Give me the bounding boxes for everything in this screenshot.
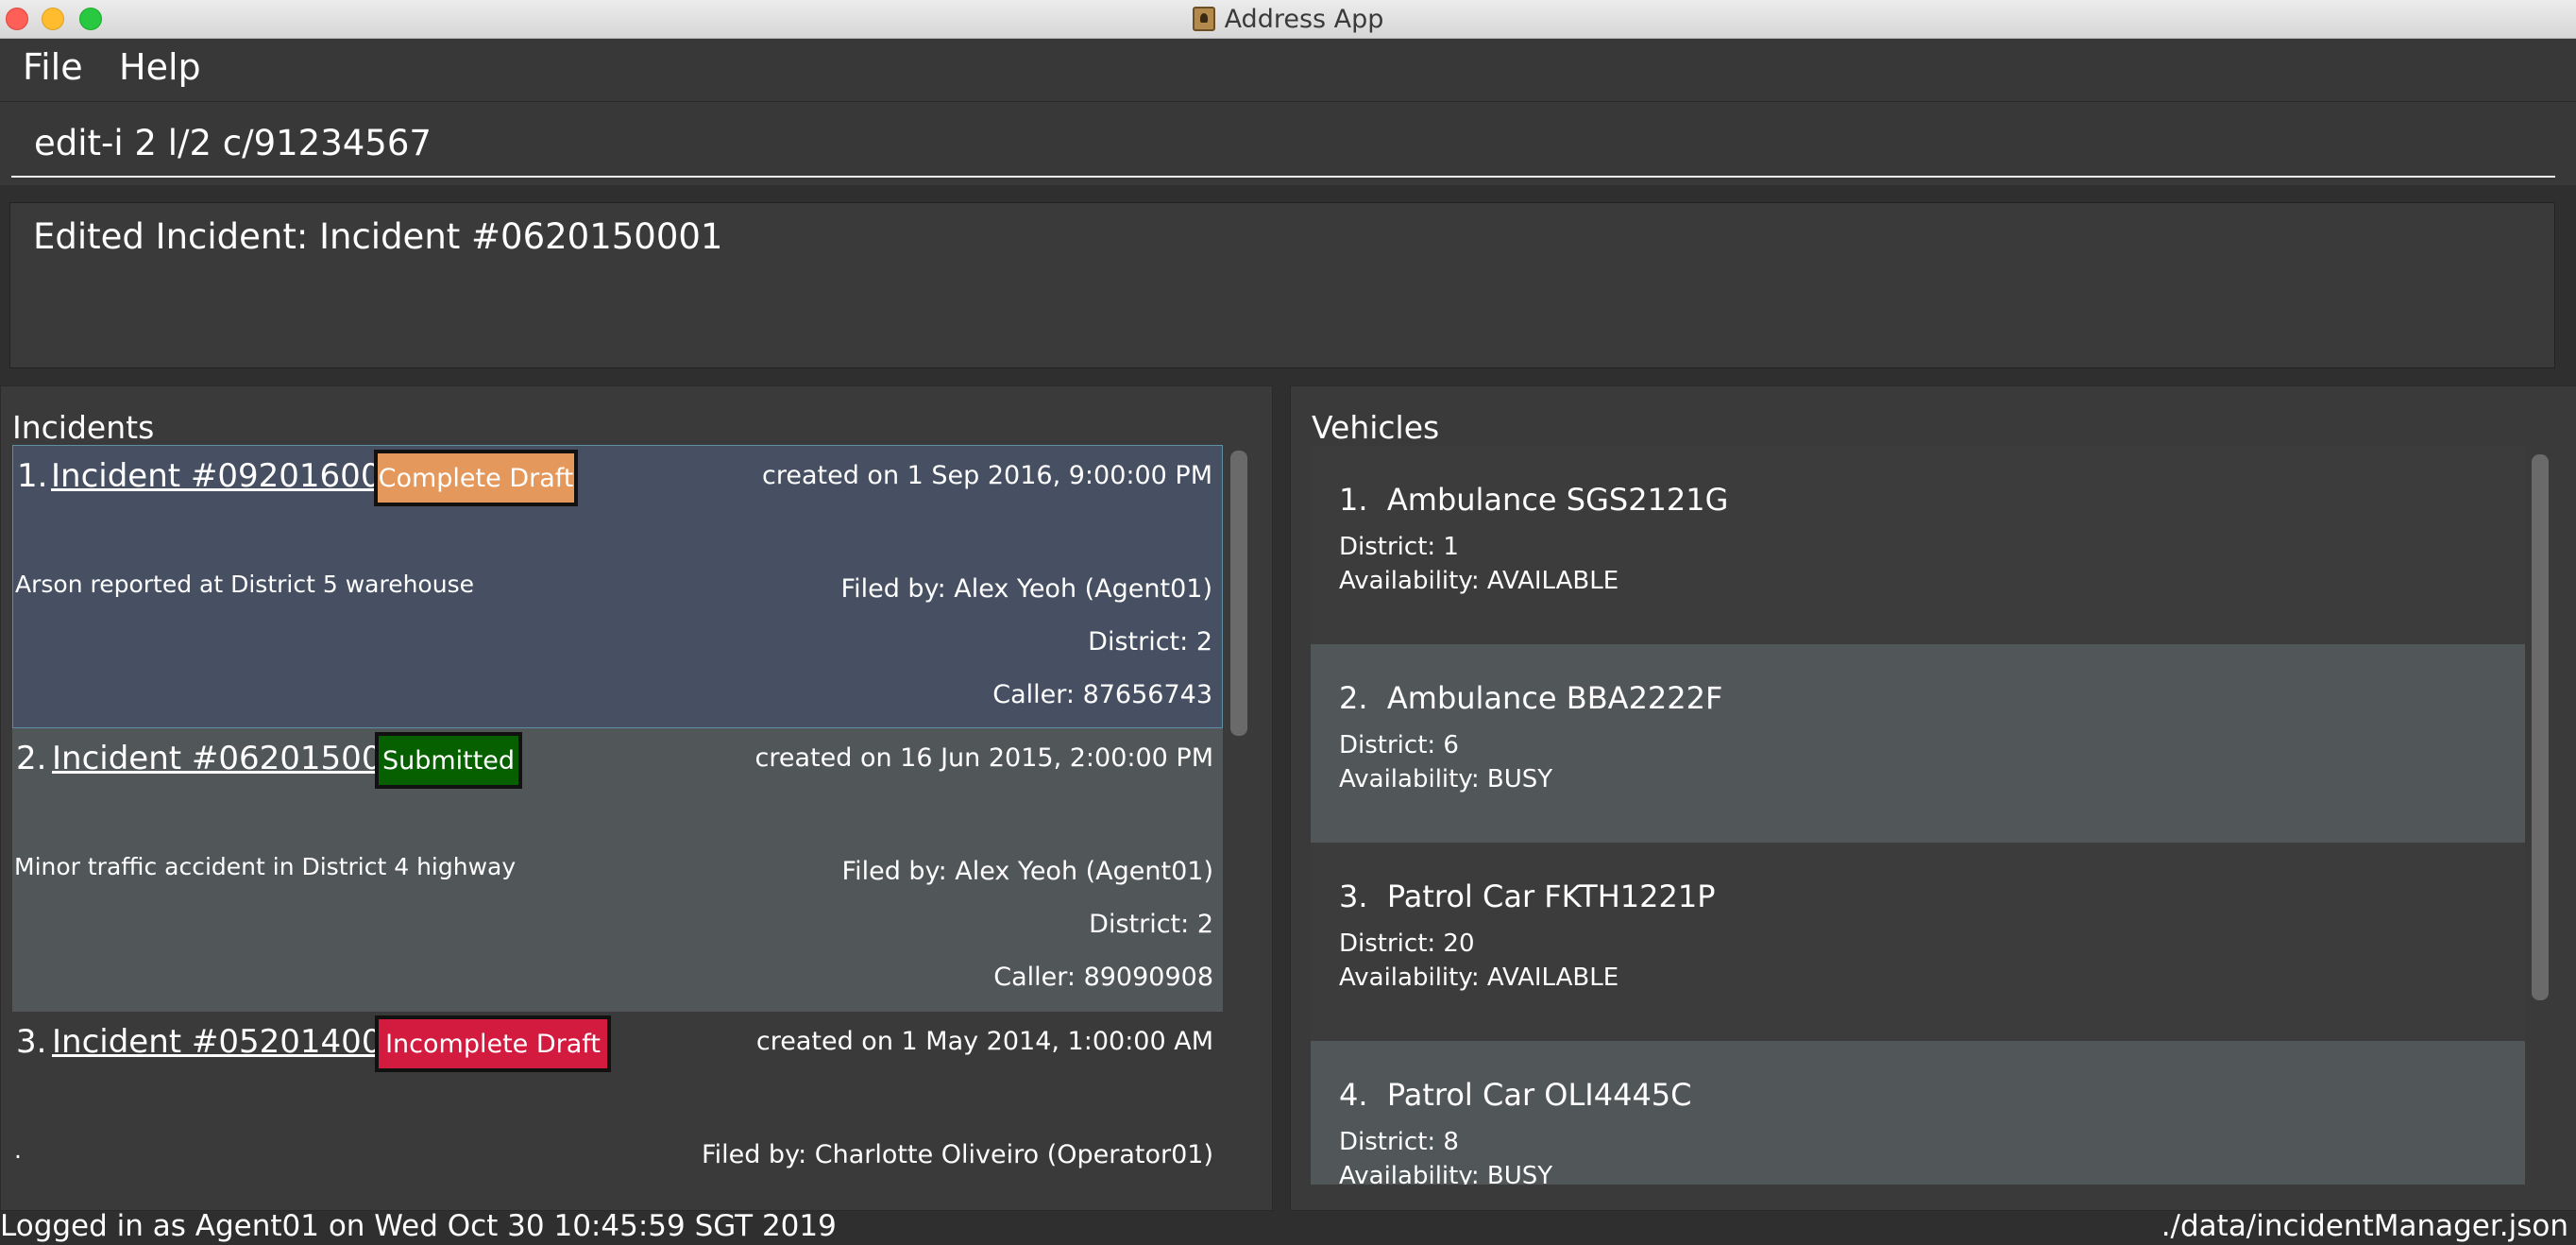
vehicle-district: District: 6 bbox=[1339, 731, 1459, 759]
vehicle-availability: Availability: BUSY bbox=[1339, 1162, 1553, 1185]
status-badge: Complete Draft bbox=[374, 450, 578, 506]
incident-filed-by: Filed by: Charlotte Oliveiro (Operator01… bbox=[702, 1140, 1213, 1169]
address-book-icon bbox=[1192, 7, 1215, 31]
menu-help[interactable]: Help bbox=[119, 46, 201, 88]
incident-card[interactable]: 3. Incident #0520140001 Incomplete Draft… bbox=[12, 1012, 1223, 1197]
incident-caller: Caller: 89090908 bbox=[993, 963, 1213, 992]
incident-description: Minor traffic accident in District 4 hig… bbox=[14, 853, 517, 880]
status-bar: Logged in as Agent01 on Wed Oct 30 10:45… bbox=[0, 1209, 2576, 1245]
vehicle-district: District: 1 bbox=[1339, 533, 1459, 561]
status-badge: Incomplete Draft bbox=[375, 1015, 611, 1072]
incident-index: 3. bbox=[16, 1023, 47, 1061]
incident-description: Arson reported at District 5 warehouse bbox=[15, 571, 474, 598]
window-title: Address App bbox=[1224, 4, 1384, 34]
vehicles-panel-title: Vehicles bbox=[1312, 409, 1440, 446]
command-box[interactable]: edit-i 2 l/2 c/91234567 bbox=[0, 102, 2576, 185]
incident-title: Incident #0920160001 bbox=[51, 457, 422, 495]
command-input[interactable]: edit-i 2 l/2 c/91234567 bbox=[34, 123, 432, 163]
vehicle-title: 4. Patrol Car OLI4445C bbox=[1339, 1077, 1692, 1113]
incident-description: . bbox=[14, 1136, 22, 1164]
vehicle-card[interactable]: 4. Patrol Car OLI4445C District: 8 Avail… bbox=[1311, 1041, 2525, 1185]
incidents-panel: Incidents 1. Incident #0920160001 Comple… bbox=[0, 385, 1273, 1211]
command-input-underline bbox=[11, 176, 2555, 178]
vehicles-scrollbar[interactable] bbox=[2532, 454, 2549, 1000]
vehicle-district: District: 8 bbox=[1339, 1128, 1459, 1156]
incident-created-date: created on 1 Sep 2016, 9:00:00 PM bbox=[762, 461, 1212, 490]
incident-created-date: created on 1 May 2014, 1:00:00 AM bbox=[755, 1027, 1213, 1056]
login-status: Logged in as Agent01 on Wed Oct 30 10:45… bbox=[0, 1209, 837, 1243]
incident-card[interactable]: 2. Incident #0620150001 Submitted create… bbox=[12, 728, 1223, 1012]
vehicle-title: 3. Patrol Car FKTH1221P bbox=[1339, 878, 1716, 914]
result-message: Edited Incident: Incident #0620150001 bbox=[33, 216, 723, 257]
incident-title: Incident #0520140001 bbox=[52, 1023, 423, 1061]
menu-bar: File Help bbox=[0, 39, 2576, 102]
incident-index: 2. bbox=[16, 740, 47, 777]
vehicle-card[interactable]: 3. Patrol Car FKTH1221P District: 20 Ava… bbox=[1311, 843, 2525, 1041]
vehicle-card[interactable]: 2. Ambulance BBA2222F District: 6 Availa… bbox=[1311, 644, 2525, 843]
title-bar: Address App bbox=[0, 0, 2576, 39]
menu-file[interactable]: File bbox=[23, 46, 83, 88]
incident-district: District: 2 bbox=[1088, 627, 1212, 657]
incident-district: District: 2 bbox=[1089, 910, 1213, 939]
incidents-panel-title: Incidents bbox=[12, 409, 155, 446]
vehicle-card[interactable]: 1. Ambulance SGS2121G District: 1 Availa… bbox=[1311, 446, 2525, 644]
incident-created-date: created on 16 Jun 2015, 2:00:00 PM bbox=[754, 743, 1213, 773]
vehicle-district: District: 20 bbox=[1339, 929, 1475, 958]
vehicle-availability: Availability: AVAILABLE bbox=[1339, 964, 1619, 992]
result-display: Edited Incident: Incident #0620150001 bbox=[9, 202, 2555, 368]
incident-filed-by: Filed by: Alex Yeoh (Agent01) bbox=[841, 857, 1213, 886]
incident-title: Incident #0620150001 bbox=[52, 740, 423, 777]
vehicle-availability: Availability: BUSY bbox=[1339, 765, 1553, 793]
incidents-scrollbar[interactable] bbox=[1230, 451, 1247, 736]
data-file-path: ./data/incidentManager.json bbox=[2161, 1209, 2568, 1243]
incident-filed-by: Filed by: Alex Yeoh (Agent01) bbox=[840, 574, 1212, 604]
status-badge: Submitted bbox=[375, 732, 522, 789]
vehicle-availability: Availability: AVAILABLE bbox=[1339, 567, 1619, 595]
incident-card[interactable]: 1. Incident #0920160001 Complete Draft c… bbox=[12, 445, 1223, 728]
incident-index: 1. bbox=[17, 457, 48, 495]
vehicle-title: 1. Ambulance SGS2121G bbox=[1339, 482, 1729, 518]
vehicle-title: 2. Ambulance BBA2222F bbox=[1339, 680, 1723, 716]
incident-caller: Caller: 87656743 bbox=[992, 680, 1212, 709]
